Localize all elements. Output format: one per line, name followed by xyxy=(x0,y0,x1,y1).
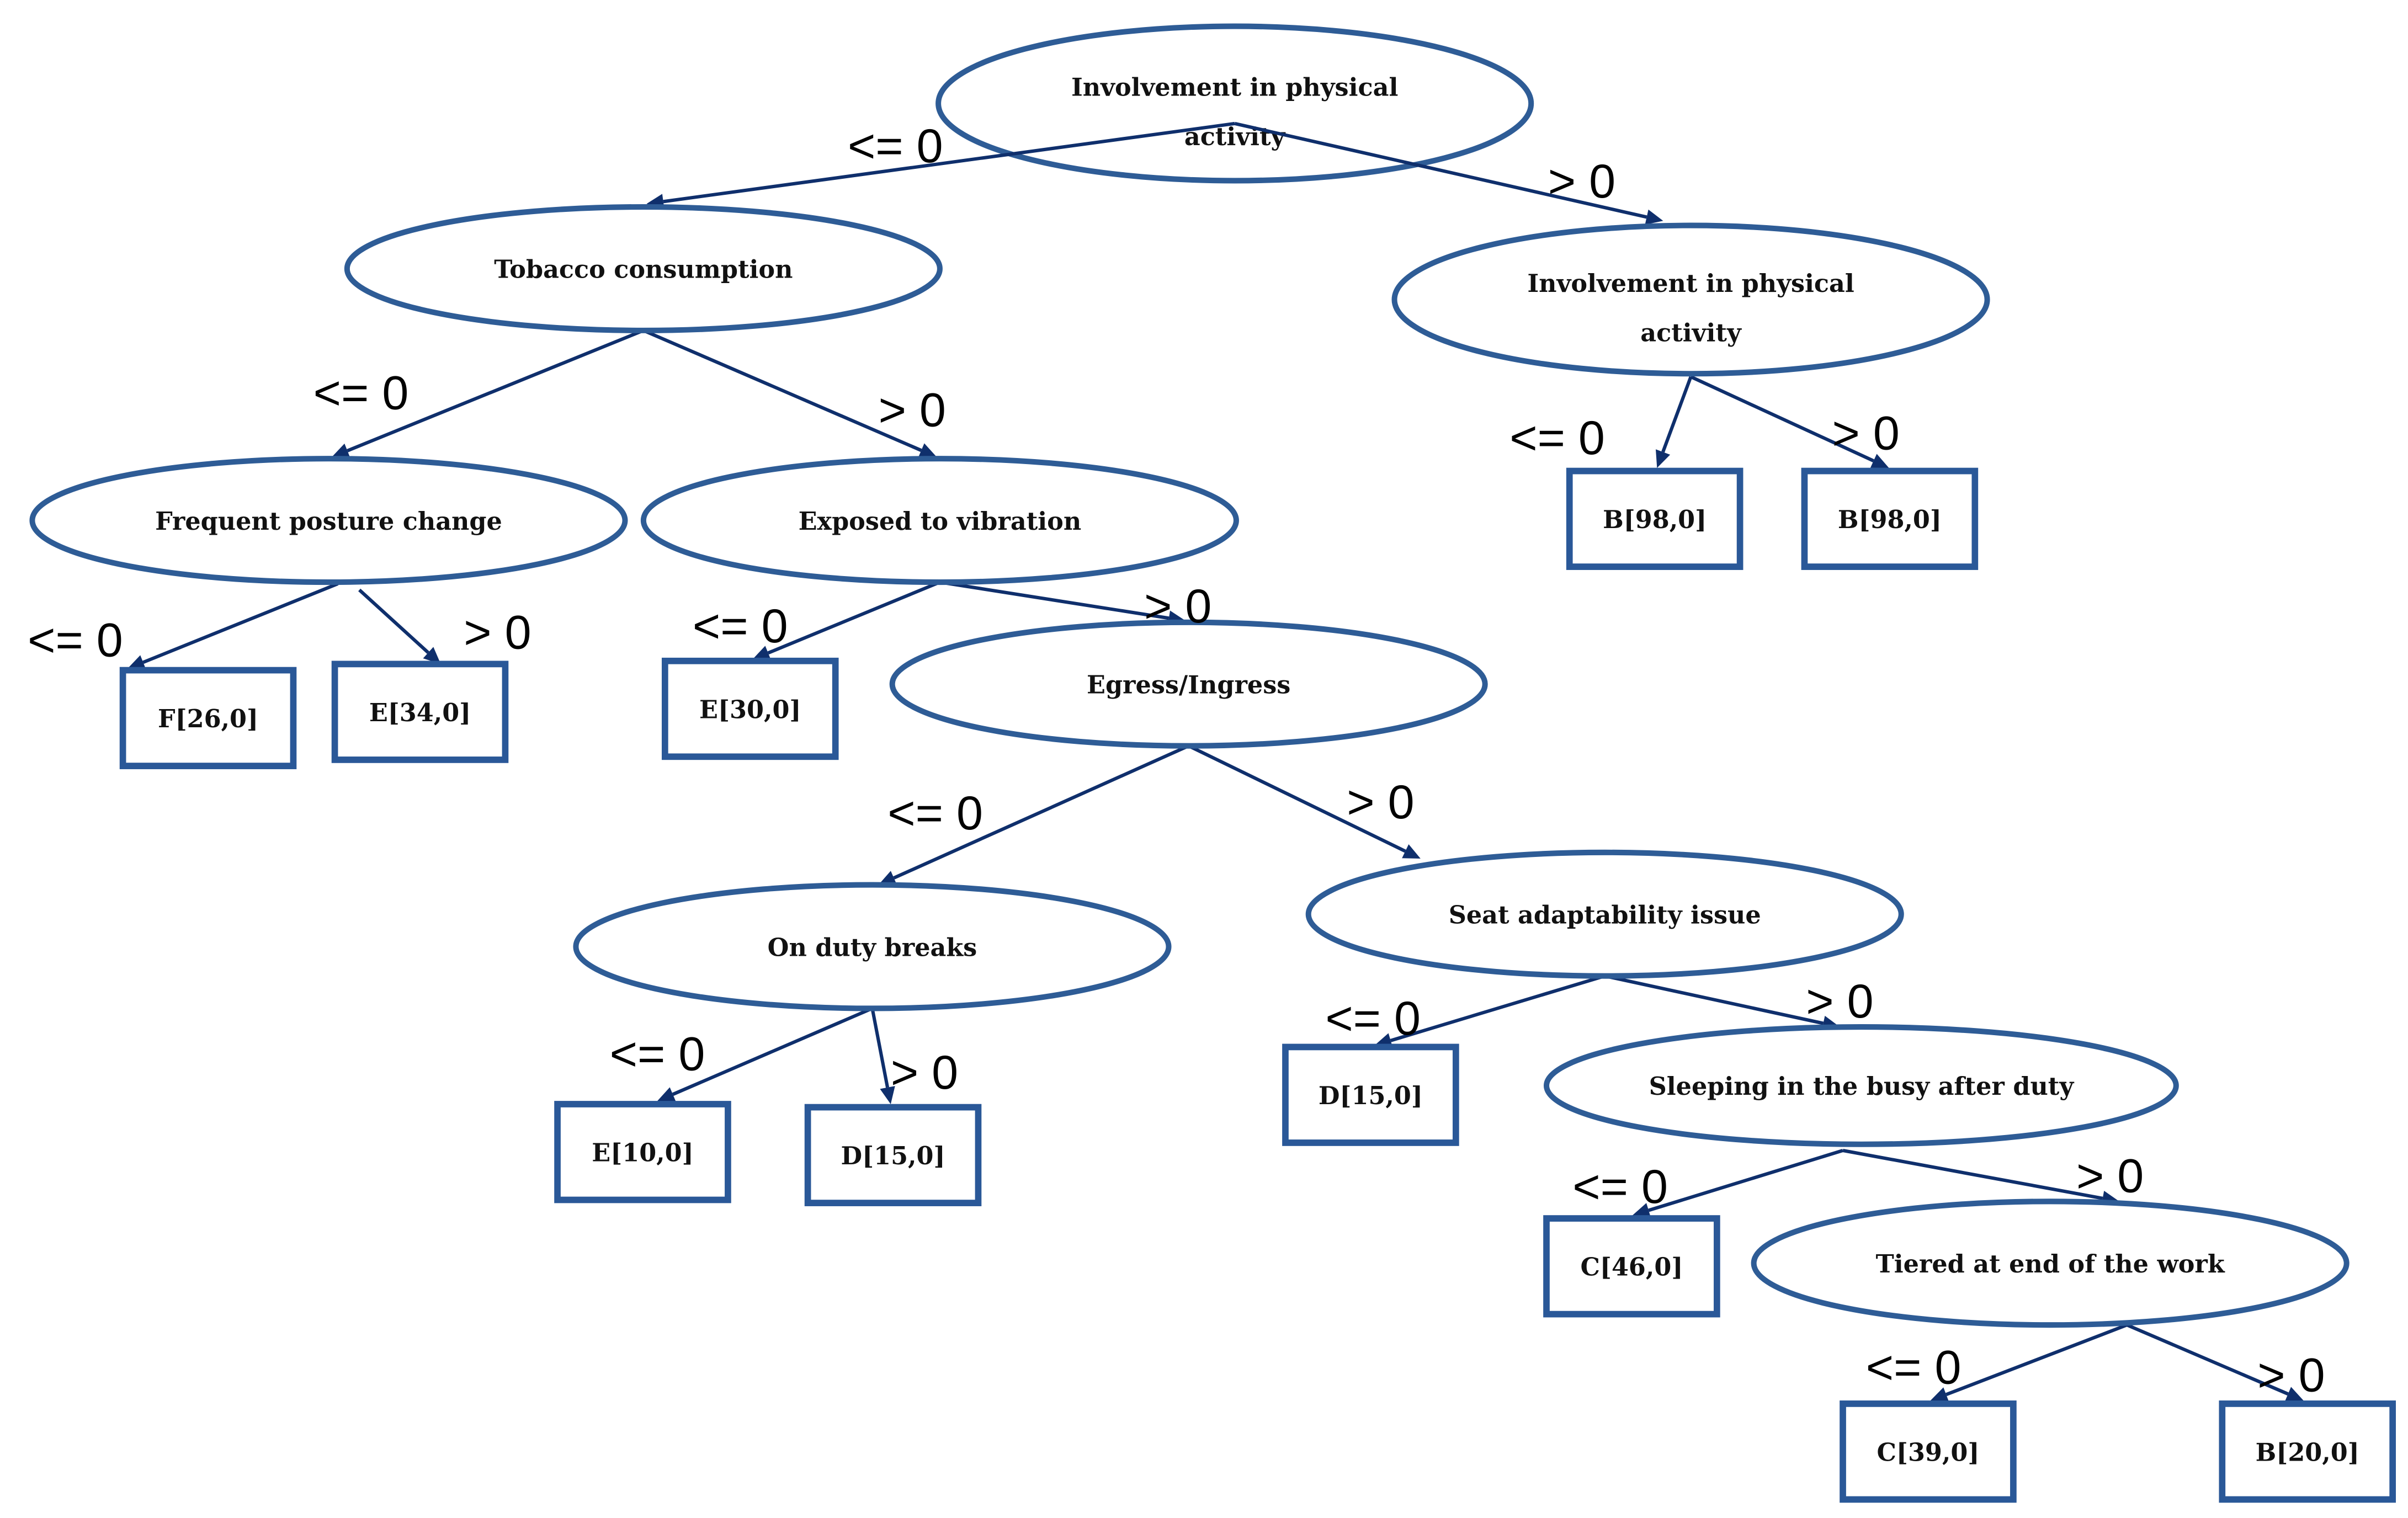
edge-line xyxy=(1604,974,1824,1025)
edge-line xyxy=(1648,1148,1843,1212)
edge-condition-label: > 0 xyxy=(1347,776,1414,829)
leaf-node: B[98,0] xyxy=(1801,467,1979,570)
edge-line xyxy=(1945,1323,2128,1397)
edge-condition-label: <= 0 xyxy=(848,120,943,173)
decision-node-label: Involvement in physical xyxy=(1527,269,1854,298)
edge-n4-l4 xyxy=(358,588,441,664)
decision-node: Exposed to vibration xyxy=(640,456,1239,585)
decision-node: Sleeping in the busy after duty xyxy=(1543,1024,2179,1147)
leaf-node-label: E[34,0] xyxy=(369,698,471,727)
edge-condition-label: > 0 xyxy=(1548,155,1615,208)
leaf-node: B[20,0] xyxy=(2219,1400,2396,1503)
decision-node: Frequent posture change xyxy=(29,456,628,585)
leaf-node: E[10,0] xyxy=(554,1101,731,1203)
edge-condition-label: <= 0 xyxy=(28,614,123,667)
edge-condition-label: > 0 xyxy=(1144,580,1211,633)
edge-n4-l3 xyxy=(127,582,339,670)
edge-condition-label: <= 0 xyxy=(1509,412,1605,465)
leaf-node-label: B[98,0] xyxy=(1838,505,1942,534)
leaf-node-label: D[15,0] xyxy=(1319,1081,1423,1110)
edge-condition-label: <= 0 xyxy=(1572,1160,1668,1213)
edge-condition-label: > 0 xyxy=(464,606,531,659)
leaf-node: C[46,0] xyxy=(1543,1215,1720,1318)
leaf-node-label: F[26,0] xyxy=(158,704,258,733)
leaf-node-label: B[20,0] xyxy=(2256,1437,2359,1467)
decision-node-label: On duty breaks xyxy=(768,933,977,962)
leaf-node: C[39,0] xyxy=(1840,1400,2017,1503)
decision-node-label: Frequent posture change xyxy=(155,507,502,536)
leaf-node: F[26,0] xyxy=(119,667,297,769)
decision-node-label: Egress/Ingress xyxy=(1087,670,1290,699)
edge-line xyxy=(870,1008,890,1088)
decision-node-label: activity xyxy=(1184,122,1286,151)
edge-condition-label: > 0 xyxy=(891,1046,958,1099)
edge-line xyxy=(1390,974,1606,1042)
decision-node: On duty breaks xyxy=(573,882,1172,1011)
edge-line xyxy=(939,580,1170,620)
decision-node-label: Seat adaptability issue xyxy=(1449,900,1761,929)
edge-condition-label: <= 0 xyxy=(1866,1341,1962,1394)
leaf-node: B[98,0] xyxy=(1566,467,1743,570)
decision-node-ellipse xyxy=(1391,222,1990,377)
leaf-node: E[30,0] xyxy=(661,657,839,760)
leaf-node-label: C[39,0] xyxy=(1877,1437,1980,1467)
edge-condition-label: <= 0 xyxy=(887,787,983,840)
leaf-node-label: E[10,0] xyxy=(592,1138,693,1167)
decision-node: Involvement in physical activity xyxy=(935,23,1534,184)
edge-line xyxy=(1661,376,1693,453)
leaf-node: D[15,0] xyxy=(1282,1043,1459,1146)
leaf-node: E[34,0] xyxy=(331,661,509,763)
decision-node-ellipse xyxy=(935,23,1534,184)
leaf-node: D[15,0] xyxy=(804,1104,982,1206)
decision-node-label: Tobacco consumption xyxy=(494,255,793,284)
edge-n3-l1 xyxy=(1656,376,1693,468)
edge-n8-n9 xyxy=(1604,974,1840,1031)
decision-node: Egress/Ingress xyxy=(889,619,1488,749)
decision-node: Tobacco consumption xyxy=(344,204,943,333)
decision-node-label: Sleeping in the busy after duty xyxy=(1649,1072,2075,1101)
decision-node-label: activity xyxy=(1640,318,1742,347)
leaf-node-label: D[15,0] xyxy=(841,1141,945,1170)
edge-condition-label: > 0 xyxy=(879,384,946,436)
edge-condition-label: > 0 xyxy=(1806,975,1873,1028)
edge-line xyxy=(1842,1148,2103,1200)
edge-condition-label: <= 0 xyxy=(693,600,788,653)
decision-node: Involvement in physical activity xyxy=(1391,222,1990,377)
edge-condition-label: > 0 xyxy=(1832,407,1900,460)
decision-node-label: Tiered at end of the work xyxy=(1876,1249,2225,1279)
edge-condition-label: <= 0 xyxy=(610,1027,705,1080)
decision-tree-diagram: Involvement in physical activity Tobacco … xyxy=(28,23,2396,1503)
edge-condition-label: > 0 xyxy=(2076,1149,2144,1202)
arrowhead-icon xyxy=(1656,449,1671,468)
leaf-node-label: E[30,0] xyxy=(699,695,801,724)
decision-node-label: Involvement in physical xyxy=(1071,72,1398,102)
arrowhead-icon xyxy=(1645,209,1663,225)
decision-node-label: Exposed to vibration xyxy=(799,507,1082,536)
leaf-node-label: B[98,0] xyxy=(1603,505,1707,534)
decision-node: Seat adaptability issue xyxy=(1305,849,1904,979)
edge-condition-label: <= 0 xyxy=(313,366,409,419)
decision-node: Tiered at end of the work xyxy=(1751,1199,2349,1328)
leaf-node-label: C[46,0] xyxy=(1580,1253,1683,1282)
edge-line xyxy=(358,588,429,654)
edge-condition-label: > 0 xyxy=(2257,1349,2325,1402)
edge-condition-label: <= 0 xyxy=(1325,992,1421,1045)
edge-line xyxy=(142,582,339,664)
edge-line xyxy=(767,580,941,655)
